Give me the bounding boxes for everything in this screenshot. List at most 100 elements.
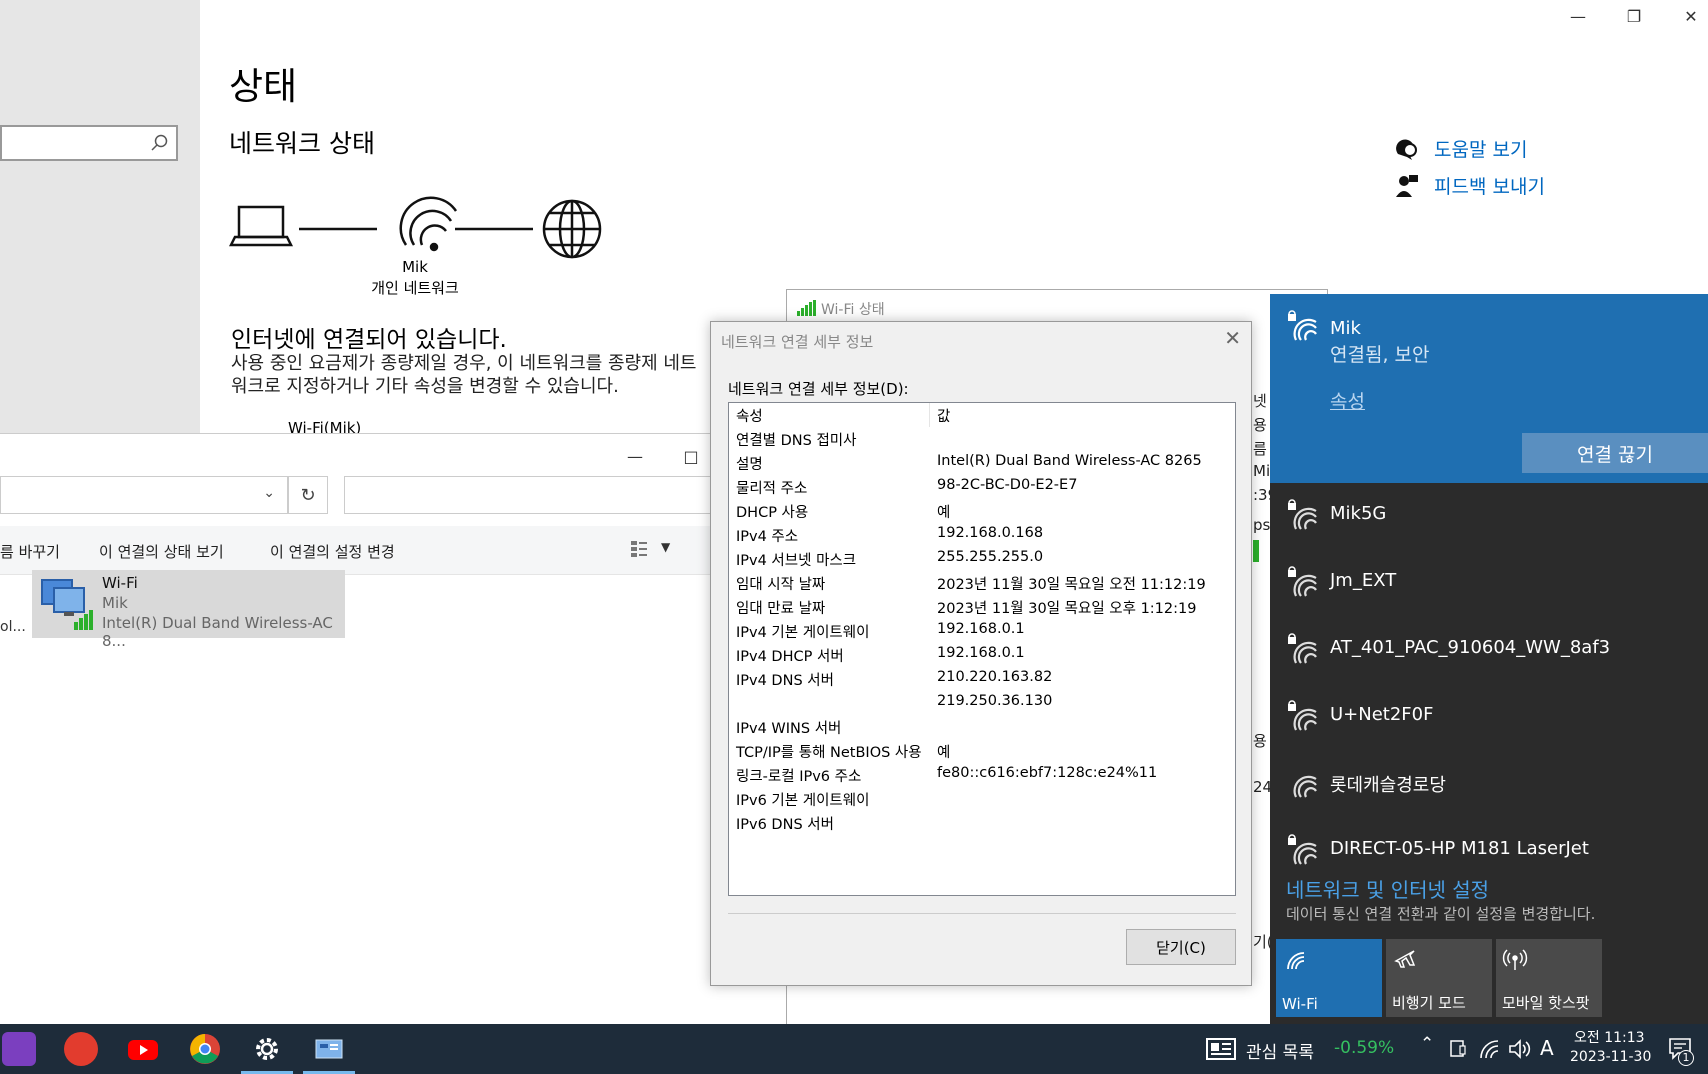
close-icon[interactable]: ✕	[1224, 326, 1241, 350]
adapter-network: Mik	[102, 594, 128, 612]
connected-network-status: 연결됨, 보안	[1330, 344, 1430, 366]
search-input[interactable]	[344, 476, 744, 514]
wifi-adapter-item[interactable]: Wi-Fi Mik Intel(R) Dual Band Wireless-AC…	[32, 570, 345, 650]
settings-gear-icon[interactable]	[250, 1032, 284, 1066]
wifi-network-name: AT_401_PAC_910604_WW_8af3	[1330, 637, 1611, 658]
wifi-network-item[interactable]: Jm_EXT	[1270, 550, 1708, 616]
minimize-button[interactable]: —	[612, 442, 658, 470]
airplane-icon	[1394, 950, 1416, 968]
maximize-button[interactable]: □	[668, 442, 714, 470]
details-row[interactable]: 219.250.36.130	[729, 691, 1235, 715]
details-list-label: 네트워크 연결 세부 정보(D):	[728, 380, 909, 398]
network-details-dialog: 네트워크 연결 세부 정보 ✕ 네트워크 연결 세부 정보(D): 속성 값 연…	[710, 321, 1252, 986]
column-header-property[interactable]: 속성	[736, 405, 763, 426]
details-row[interactable]: IPv4 주소 192.168.0.168	[729, 523, 1235, 547]
watchlist-change[interactable]: -0.59%	[1334, 1038, 1394, 1058]
details-list[interactable]: 속성 값 연결별 DNS 접미사 설명 Intel(R) Dual Band Wir…	[728, 402, 1236, 896]
wifi-network-item[interactable]: AT_401_PAC_910604_WW_8af3	[1270, 617, 1708, 683]
details-row-key: IPv4 서브넷 마스크	[736, 553, 857, 569]
chevron-down-icon[interactable]: ▼	[661, 540, 670, 554]
details-row-value: 219.250.36.130	[937, 693, 1053, 709]
restore-button[interactable]: ❐	[1611, 2, 1657, 30]
details-row-value: 2023년 11월 30일 목요일 오전 11:12:19	[937, 577, 1206, 593]
rename-command[interactable]: 름 바꾸기	[0, 541, 60, 562]
command-bar: 름 바꾸기 이 연결의 상태 보기 이 연결의 설정 변경 ▼	[0, 526, 800, 575]
details-row[interactable]: TCP/IP를 통해 NetBIOS 사용 예	[729, 739, 1235, 763]
view-status-command[interactable]: 이 연결의 상태 보기	[99, 541, 224, 562]
close-button[interactable]: ✕	[1668, 2, 1708, 30]
details-row[interactable]: IPv4 기본 게이트웨이 192.168.0.1	[729, 619, 1235, 643]
device-icon[interactable]	[1450, 1040, 1466, 1058]
volume-icon[interactable]	[1508, 1038, 1532, 1060]
details-row[interactable]: 설명 Intel(R) Dual Band Wireless-AC 8265	[729, 451, 1235, 475]
details-row[interactable]: IPv6 기본 게이트웨이	[729, 787, 1235, 811]
page-title: 상태	[229, 65, 298, 108]
settings-search-input[interactable]	[0, 125, 178, 161]
news-icon[interactable]	[1206, 1038, 1236, 1060]
details-row[interactable]: IPv4 DHCP 서버 192.168.0.1	[729, 643, 1235, 667]
feedback-link[interactable]: 피드백 보내기	[1434, 172, 1545, 199]
view-options-icon[interactable]	[630, 540, 652, 558]
control-panel-icon[interactable]	[312, 1032, 346, 1066]
connected-network-card[interactable]: Mik 연결됨, 보안 속성 연결 끊기	[1270, 294, 1708, 483]
hotspot-icon	[1502, 949, 1528, 970]
wifi-network-item[interactable]: 롯데캐슬경로당	[1270, 751, 1708, 817]
watchlist-label[interactable]: 관심 목록	[1246, 1038, 1314, 1063]
change-settings-command[interactable]: 이 연결의 설정 변경	[270, 541, 395, 562]
details-row[interactable]: IPv4 서브넷 마스크 255.255.255.0	[729, 547, 1235, 571]
column-header-value[interactable]: 값	[937, 405, 950, 426]
details-row-value: 2023년 11월 30일 목요일 오후 1:12:19	[937, 601, 1197, 617]
mobile-hotspot-toggle[interactable]: 모바일 핫스팟	[1496, 939, 1602, 1017]
details-row-key: IPv4 DHCP 서버	[736, 649, 844, 665]
details-row-value: Intel(R) Dual Band Wireless-AC 8265	[937, 453, 1202, 469]
clock-time[interactable]: 오전 11:13	[1574, 1027, 1645, 1047]
chrome-icon[interactable]	[188, 1032, 222, 1066]
details-row[interactable]: IPv4 DNS 서버 210.220.163.82	[729, 667, 1235, 691]
details-row[interactable]: IPv6 DNS 서버	[729, 811, 1235, 835]
disconnect-button[interactable]: 연결 끊기	[1522, 433, 1708, 473]
details-row[interactable]: 임대 시작 날짜 2023년 11월 30일 목요일 오전 11:12:19	[729, 571, 1235, 595]
globe-icon	[542, 199, 602, 259]
youtube-icon[interactable]	[126, 1032, 160, 1066]
details-row[interactable]: DHCP 사용 예	[729, 499, 1235, 523]
details-header-row: 속성 값	[729, 403, 1235, 427]
details-row-key: IPv6 DNS 서버	[736, 817, 834, 833]
section-title: 네트워크 상태	[229, 129, 375, 158]
wifi-secured-icon	[1288, 834, 1317, 865]
address-bar[interactable]: ⌄	[0, 476, 288, 514]
partial-text: ps	[1253, 516, 1271, 534]
help-link[interactable]: 도움말 보기	[1434, 135, 1527, 162]
divider	[728, 913, 1236, 914]
network-adapter-icon	[41, 579, 93, 630]
chevron-down-icon[interactable]: ⌄	[263, 485, 275, 501]
wifi-network-item[interactable]: U+Net2F0F	[1270, 684, 1708, 750]
wifi-network-item[interactable]: Mik5G	[1270, 483, 1708, 549]
close-button[interactable]: 닫기(C)	[1126, 929, 1236, 965]
network-settings-link[interactable]: 네트워크 및 인터넷 설정	[1286, 874, 1489, 903]
details-row[interactable]: IPv4 WINS 서버	[729, 715, 1235, 739]
chevron-up-icon[interactable]: ⌃	[1420, 1034, 1434, 1054]
wifi-icon[interactable]	[1478, 1038, 1500, 1060]
details-row-key: 임대 시작 날짜	[736, 577, 826, 593]
network-settings-desc: 데이터 통신 연결 전환과 같이 설정을 변경합니다.	[1286, 905, 1596, 923]
wifi-signal-icon	[399, 196, 458, 252]
wifi-toggle[interactable]: Wi-Fi	[1276, 939, 1382, 1017]
details-row[interactable]: 링크-로컬 IPv6 주소 fe80::c616:ebf7:128c:e24%11	[729, 763, 1235, 787]
connection-status-heading: 인터넷에 연결되어 있습니다.	[231, 327, 507, 353]
properties-link[interactable]: 속성	[1330, 387, 1365, 414]
help-icon	[1396, 139, 1417, 160]
details-row[interactable]: 물리적 주소 98-2C-BC-D0-E2-E7	[729, 475, 1235, 499]
details-row[interactable]: 임대 만료 날짜 2023년 11월 30일 목요일 오후 1:12:19	[729, 595, 1235, 619]
wifi-network-name: U+Net2F0F	[1330, 704, 1434, 725]
app-icon[interactable]	[64, 1032, 98, 1066]
details-row-key: IPv4 기본 게이트웨이	[736, 625, 870, 641]
dialog-title: 네트워크 연결 세부 정보	[721, 333, 874, 351]
details-row[interactable]: 연결별 DNS 접미사	[729, 427, 1235, 451]
minimize-button[interactable]: —	[1555, 2, 1601, 30]
clock-date[interactable]: 2023-11-30	[1570, 1049, 1651, 1065]
app-icon[interactable]	[2, 1032, 36, 1066]
airplane-mode-toggle[interactable]: 비행기 모드	[1386, 939, 1492, 1017]
refresh-button[interactable]: ↻	[288, 476, 328, 514]
column-separator[interactable]	[929, 403, 930, 427]
ime-indicator[interactable]: A	[1540, 1036, 1554, 1060]
